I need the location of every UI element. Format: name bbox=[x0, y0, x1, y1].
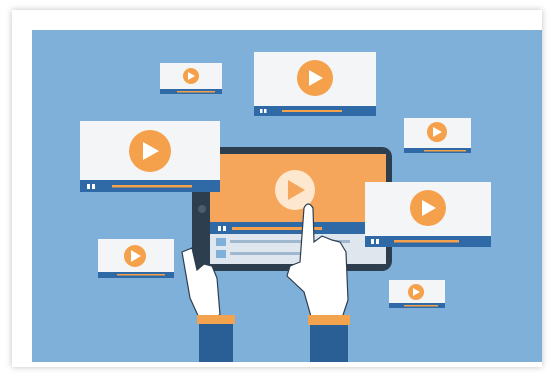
sleeve bbox=[310, 325, 348, 362]
video-card bbox=[404, 118, 471, 153]
video-card bbox=[98, 239, 174, 278]
illustration-svg bbox=[32, 30, 542, 362]
video-card bbox=[160, 63, 222, 94]
video-card bbox=[254, 52, 376, 116]
video-card bbox=[80, 121, 220, 192]
tablet bbox=[192, 147, 392, 271]
cuff bbox=[197, 315, 235, 324]
video-card bbox=[389, 280, 445, 308]
video-card bbox=[365, 182, 491, 247]
tablet-button bbox=[198, 205, 206, 213]
video-marketing-illustration bbox=[32, 30, 542, 362]
cuff bbox=[308, 315, 350, 325]
sleeve bbox=[199, 324, 233, 362]
